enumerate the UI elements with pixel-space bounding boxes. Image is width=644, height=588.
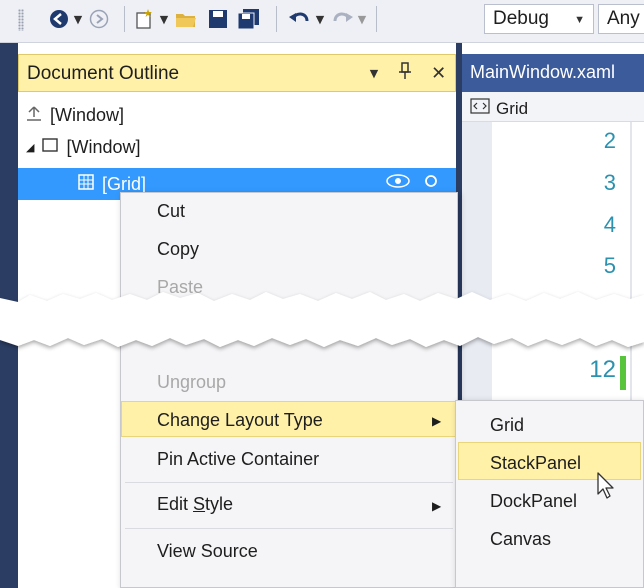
breadcrumb-element[interactable]: Grid xyxy=(496,99,528,119)
submenu-arrow-icon: ▶ xyxy=(432,414,442,428)
change-tracking-bar xyxy=(620,356,626,390)
menu-item-copy[interactable]: Copy xyxy=(157,239,199,260)
menu-item-cut[interactable]: Cut xyxy=(157,201,185,222)
toolbar-separator xyxy=(124,6,125,32)
menu-separator xyxy=(125,528,453,529)
submenu-arrow-icon: ▶ xyxy=(432,499,442,513)
redo-icon[interactable] xyxy=(330,8,354,30)
tree-item-label: [Window] xyxy=(66,136,141,157)
window-icon xyxy=(42,138,59,156)
submenu-item-grid[interactable]: Grid xyxy=(490,415,524,436)
line-number: 12 xyxy=(589,356,616,383)
submenu-item-stackpanel[interactable]: StackPanel xyxy=(490,453,581,474)
toolbar-grip[interactable] xyxy=(18,9,24,31)
save-all-icon[interactable] xyxy=(236,8,262,30)
menu-item-edit-style[interactable]: Edit Style xyxy=(157,494,233,515)
tree-item-window-root[interactable]: [Window] xyxy=(26,100,446,130)
close-icon[interactable]: ✕ xyxy=(431,63,446,84)
back-dropdown-icon[interactable]: ▼ xyxy=(72,8,84,30)
expand-triangle-icon[interactable]: ◢ xyxy=(26,141,34,154)
menu-item-pin-active-container[interactable]: Pin Active Container xyxy=(157,449,319,470)
line-number: 5 xyxy=(603,253,616,278)
pin-icon[interactable] xyxy=(398,62,412,84)
redo-dropdown-icon[interactable]: ▼ xyxy=(356,8,368,30)
new-dropdown-icon[interactable]: ▼ xyxy=(158,8,170,30)
navigate-forward-icon[interactable] xyxy=(88,8,110,30)
lock-icon[interactable] xyxy=(424,172,438,192)
mouse-cursor-icon xyxy=(596,472,620,502)
scope-up-icon[interactable] xyxy=(26,105,42,125)
tree-item-window[interactable]: ◢ [Window] xyxy=(26,132,446,162)
tab-mainwindow-xaml[interactable]: MainWindow.xaml xyxy=(462,54,644,92)
accelerator-key: S xyxy=(193,494,206,514)
solution-platform-value: Any xyxy=(607,8,640,29)
line-number: 3 xyxy=(603,170,616,195)
line-number: 4 xyxy=(603,212,616,237)
panel-controls: ▼ ✕ xyxy=(360,57,456,89)
xaml-element-icon xyxy=(470,98,490,119)
navigate-back-icon[interactable] xyxy=(48,8,70,30)
line-number: 2 xyxy=(603,128,616,153)
menu-item-view-source[interactable]: View Source xyxy=(157,541,258,562)
new-project-icon[interactable] xyxy=(132,8,156,30)
save-icon[interactable] xyxy=(206,8,230,30)
undo-icon[interactable] xyxy=(288,8,312,30)
submenu-item-canvas[interactable]: Canvas xyxy=(490,529,551,550)
xaml-breadcrumb-bar: Grid xyxy=(462,92,644,122)
visibility-eye-icon[interactable] xyxy=(386,172,410,192)
solution-configuration-dropdown[interactable]: Debug ▼ xyxy=(484,4,594,34)
menu-separator xyxy=(125,482,453,483)
tab-label: MainWindow.xaml xyxy=(470,62,616,82)
undo-dropdown-icon[interactable]: ▼ xyxy=(314,8,326,30)
chevron-down-icon: ▼ xyxy=(574,14,585,26)
menu-item-label: tyle xyxy=(205,494,234,514)
menu-item-change-layout-type[interactable]: Change Layout Type xyxy=(157,410,323,431)
torn-edge-gap xyxy=(0,292,644,347)
solution-platform-dropdown[interactable]: Any xyxy=(598,4,644,34)
tree-item-label: [Window] xyxy=(50,104,125,125)
menu-item-label: Edit xyxy=(157,494,194,514)
solution-configuration-value: Debug xyxy=(493,8,549,29)
window-position-dropdown-icon[interactable]: ▼ xyxy=(370,67,378,80)
toolbar-separator xyxy=(276,6,277,32)
menu-item-ungroup[interactable]: Ungroup xyxy=(157,372,226,393)
open-folder-icon[interactable] xyxy=(174,8,198,30)
submenu-item-dockpanel[interactable]: DockPanel xyxy=(490,491,577,512)
toolbar-separator xyxy=(376,6,377,32)
grid-icon xyxy=(78,174,94,194)
document-outline-title: Document Outline xyxy=(27,63,180,84)
